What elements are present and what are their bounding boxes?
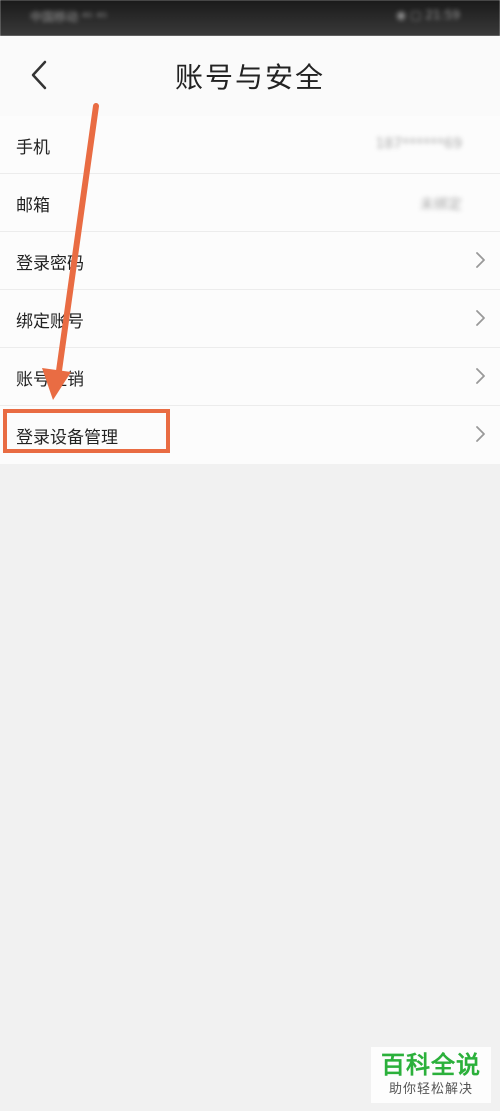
settings-list: 手机 187******69 邮箱 未绑定 登录密码 绑定账号 账号注销 登录设… — [0, 116, 500, 464]
settings-row-device-management[interactable]: 登录设备管理 — [0, 406, 500, 464]
page-title: 账号与安全 — [174, 61, 325, 94]
settings-row-bind-account[interactable]: 绑定账号 — [0, 290, 500, 348]
chevron-right-icon — [474, 366, 486, 386]
header: 账号与安全 — [0, 36, 500, 116]
settings-row-login-password[interactable]: 登录密码 — [0, 232, 500, 290]
row-label: 邮箱 — [16, 196, 50, 216]
row-value: 未绑定 — [420, 197, 462, 213]
row-label: 账号注销 — [16, 370, 84, 390]
settings-row-account-deletion[interactable]: 账号注销 — [0, 348, 500, 406]
row-label: 绑定账号 — [16, 312, 84, 332]
status-time: ◉ ▢ 21:59 — [395, 8, 460, 22]
status-carrier: 中国移动 ⁴ᴳ ⁴ᴳ — [30, 10, 107, 24]
row-label: 手机 — [16, 138, 50, 158]
row-label: 登录设备管理 — [16, 428, 118, 448]
status-bar: 中国移动 ⁴ᴳ ⁴ᴳ ◉ ▢ 21:59 — [0, 0, 500, 36]
chevron-right-icon — [474, 424, 486, 444]
row-label: 登录密码 — [16, 254, 84, 274]
chevron-right-icon — [474, 250, 486, 270]
settings-row-email[interactable]: 邮箱 未绑定 — [0, 174, 500, 232]
row-value: 187******69 — [375, 136, 462, 152]
watermark-sub: 助你轻松解决 — [388, 1082, 473, 1097]
watermark-main: 百科全说 — [381, 1051, 481, 1079]
settings-row-phone[interactable]: 手机 187******69 — [0, 116, 500, 174]
watermark-logo: 百科全说 助你轻松解决 — [371, 1047, 491, 1103]
chevron-right-icon — [474, 308, 486, 328]
